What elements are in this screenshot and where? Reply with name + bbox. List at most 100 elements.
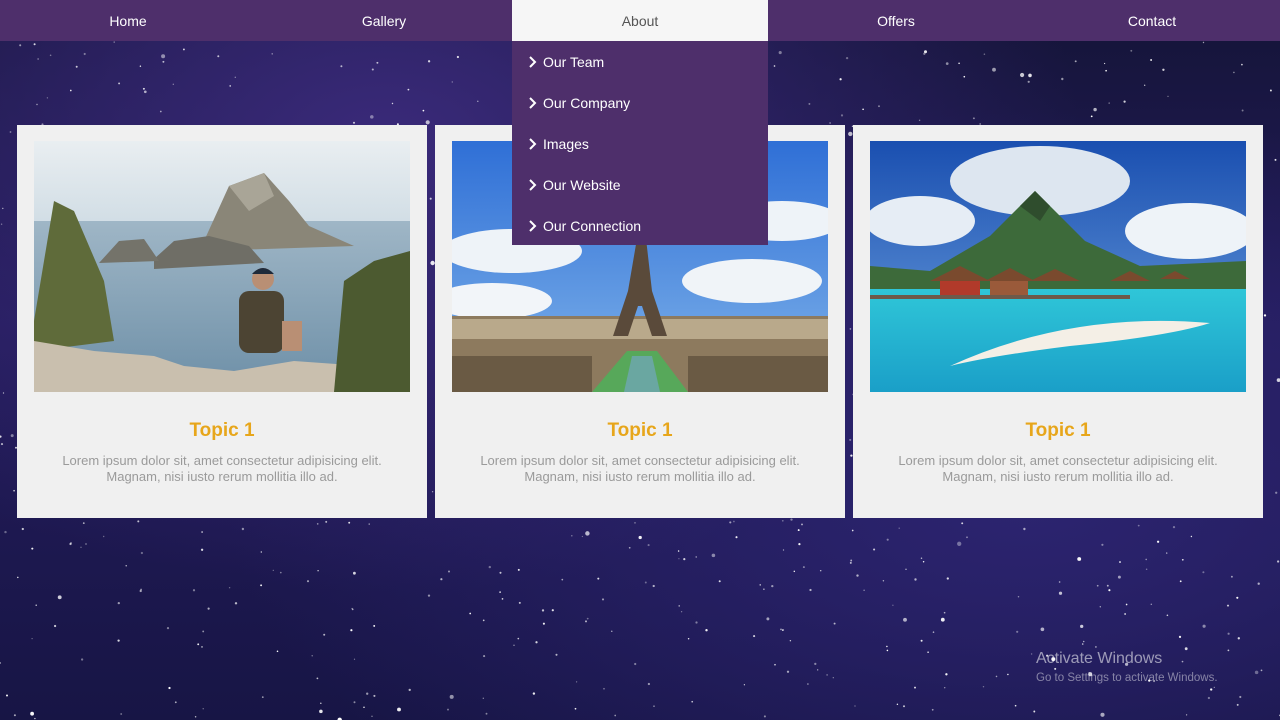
- nav-item-home[interactable]: Home: [0, 0, 256, 41]
- chevron-right-icon: [528, 137, 543, 150]
- star: [350, 629, 353, 632]
- star: [759, 584, 761, 586]
- star: [142, 87, 145, 90]
- star: [456, 55, 460, 59]
- nav-item-contact[interactable]: Contact: [1024, 0, 1280, 41]
- star: [373, 624, 376, 627]
- star: [137, 520, 140, 523]
- star: [1263, 314, 1267, 317]
- star: [117, 601, 120, 605]
- star: [425, 120, 430, 125]
- star: [311, 655, 313, 657]
- star: [957, 541, 962, 546]
- star: [69, 89, 72, 92]
- star: [276, 650, 279, 653]
- star: [851, 529, 854, 532]
- star: [1190, 535, 1193, 538]
- about-dropdown-menu: Our Team Our Company Images Our Website …: [512, 41, 768, 245]
- dropdown-item-our-connection[interactable]: Our Connection: [512, 205, 768, 246]
- star: [920, 557, 923, 560]
- topic-card: Topic 1 Lorem ipsum dolor sit, amet cons…: [17, 125, 427, 518]
- star: [483, 655, 486, 658]
- star: [407, 88, 410, 91]
- star: [1137, 524, 1140, 527]
- star: [316, 523, 319, 525]
- star: [1145, 558, 1148, 561]
- star: [652, 584, 655, 588]
- star: [961, 522, 964, 525]
- star: [201, 531, 204, 533]
- star: [194, 716, 197, 718]
- chevron-right-icon: [528, 96, 543, 109]
- nav-item-gallery[interactable]: Gallery: [256, 0, 512, 41]
- star: [408, 688, 411, 692]
- star: [849, 328, 852, 330]
- star: [940, 617, 945, 622]
- star: [1124, 613, 1126, 615]
- star: [711, 553, 716, 558]
- star: [1241, 63, 1243, 66]
- star: [850, 559, 853, 562]
- star: [687, 637, 690, 640]
- star: [892, 604, 894, 606]
- star: [718, 580, 721, 583]
- star: [782, 629, 785, 631]
- star: [647, 682, 651, 686]
- star: [1276, 560, 1280, 563]
- star: [1093, 107, 1097, 112]
- coastal-cliff-image: [34, 141, 410, 392]
- star: [429, 197, 432, 200]
- star: [1202, 624, 1206, 628]
- star: [848, 131, 853, 137]
- star: [1117, 575, 1121, 579]
- star: [271, 53, 273, 55]
- star: [1213, 686, 1215, 689]
- star: [1081, 643, 1084, 645]
- dropdown-item-our-team[interactable]: Our Team: [512, 41, 768, 82]
- star: [1108, 102, 1110, 104]
- star: [774, 663, 776, 666]
- star: [174, 701, 177, 704]
- star: [340, 65, 343, 68]
- star: [82, 522, 85, 524]
- star: [447, 570, 451, 573]
- dropdown-item-images[interactable]: Images: [512, 123, 768, 164]
- star: [914, 578, 917, 581]
- star: [992, 67, 996, 72]
- star: [735, 536, 738, 539]
- dropdown-item-our-company[interactable]: Our Company: [512, 82, 768, 123]
- star: [829, 122, 831, 124]
- star: [614, 714, 617, 717]
- star: [370, 115, 374, 119]
- star: [840, 114, 844, 117]
- star: [585, 531, 590, 536]
- star: [279, 571, 282, 574]
- nav-item-offers[interactable]: Offers: [768, 0, 1024, 41]
- star: [80, 658, 84, 661]
- star: [317, 569, 319, 572]
- star: [10, 434, 14, 438]
- star: [1241, 109, 1244, 112]
- star: [159, 110, 162, 113]
- star: [13, 714, 16, 717]
- star: [228, 587, 231, 589]
- star: [83, 52, 86, 56]
- star: [1007, 673, 1009, 676]
- star: [140, 551, 144, 555]
- star: [1033, 710, 1036, 713]
- nav-item-about[interactable]: About: [512, 0, 768, 41]
- dropdown-item-our-website[interactable]: Our Website: [512, 164, 768, 205]
- star: [373, 694, 376, 697]
- star: [1181, 558, 1184, 561]
- star: [5, 694, 9, 697]
- star: [323, 633, 326, 636]
- star: [306, 580, 310, 583]
- star: [1058, 581, 1061, 583]
- star: [920, 639, 923, 642]
- star: [886, 645, 888, 648]
- star: [0, 223, 3, 225]
- star: [234, 76, 236, 79]
- star: [541, 609, 545, 612]
- star: [789, 639, 792, 642]
- star: [319, 709, 323, 714]
